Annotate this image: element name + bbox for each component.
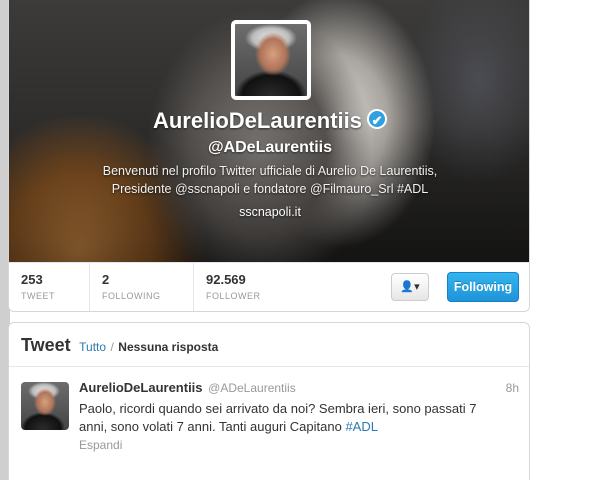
timeline-header: Tweet Tutto / Nessuna risposta: [9, 323, 529, 367]
tweet-header: AurelioDeLaurentiis @ADeLaurentiis: [79, 380, 519, 396]
tab-separator: /: [110, 340, 114, 354]
verified-check-icon: ✔: [367, 109, 388, 129]
stat-tweets[interactable]: 253 TWEET: [9, 263, 90, 311]
stat-following[interactable]: 2 FOLLOWING: [90, 263, 194, 311]
tab-no-replies[interactable]: Nessuna risposta: [118, 340, 218, 354]
stat-followers-label: FOLLOWER: [206, 291, 261, 301]
tab-all[interactable]: Tutto: [79, 340, 106, 354]
stat-tweets-label: TWEET: [21, 291, 55, 301]
profile-website-link[interactable]: sscnapoli.it: [9, 205, 529, 219]
tweet-author-handle[interactable]: @ADeLaurentiis: [208, 381, 296, 395]
stat-followers-count: 92.569: [206, 272, 246, 287]
tweet-item[interactable]: AurelioDeLaurentiis @ADeLaurentiis 8h Pa…: [9, 368, 529, 480]
user-dropdown-icon[interactable]: 👤▾: [391, 273, 429, 301]
timeline-title: Tweet: [21, 335, 71, 355]
tweet-text: Paolo, ricordi quando sei arrivato da no…: [79, 400, 499, 436]
page: AurelioDeLaurentiis ✔ @ADeLaurentiis Benv…: [0, 0, 600, 480]
profile-bio: Benvenuti nel profilo Twitter ufficiale …: [49, 162, 491, 198]
stat-tweets-count: 253: [21, 272, 43, 287]
profile-name-row: AurelioDeLaurentiis ✔: [9, 108, 529, 134]
profile-card: AurelioDeLaurentiis ✔ @ADeLaurentiis Benv…: [8, 0, 530, 312]
tweet-author-name[interactable]: AurelioDeLaurentiis: [79, 380, 203, 395]
stat-following-count: 2: [102, 272, 110, 287]
following-button[interactable]: Following: [447, 272, 519, 302]
stat-following-label: FOLLOWING: [102, 291, 161, 301]
profile-screen-name: @ADeLaurentiis: [207, 139, 333, 156]
bio-line-2: Presidente @sscnapoli e fondatore @Filma…: [111, 182, 429, 196]
tweet-timeline: Tweet Tutto / Nessuna risposta AurelioDe…: [8, 322, 530, 480]
tweet-timestamp[interactable]: 8h: [506, 381, 519, 395]
profile-stats-bar: 253 TWEET 2 FOLLOWING 92.569 FOLLOWER 👤▾…: [9, 262, 529, 311]
stat-followers[interactable]: 92.569 FOLLOWER: [194, 263, 296, 311]
profile-display-name: AurelioDeLaurentiis: [152, 108, 363, 133]
tweet-body: Paolo, ricordi quando sei arrivato da no…: [79, 401, 477, 434]
bio-line-1: Benvenuti nel profilo Twitter ufficiale …: [102, 164, 438, 178]
profile-avatar[interactable]: [231, 20, 311, 100]
tweet-avatar[interactable]: [21, 382, 69, 430]
tweet-hashtag-link[interactable]: #ADL: [345, 419, 378, 434]
tweet-expand-link[interactable]: Espandi: [79, 438, 519, 452]
